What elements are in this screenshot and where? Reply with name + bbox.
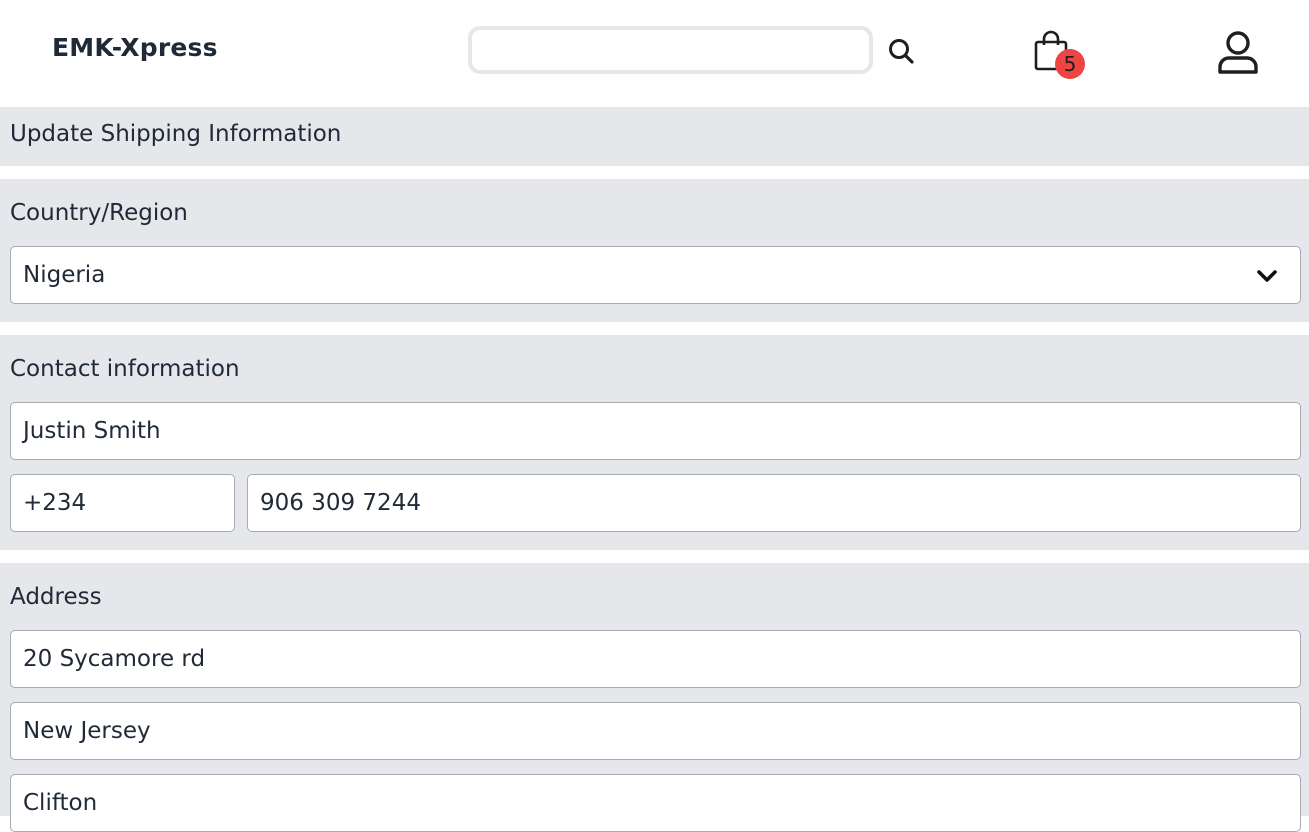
country-section-label: Country/Region [10, 200, 188, 226]
chevron-down-icon [1257, 270, 1277, 282]
search-icon[interactable] [887, 37, 915, 65]
street-address-field[interactable]: 20 Sycamore rd [10, 630, 1301, 688]
page-title-bar: Update Shipping Information [0, 107, 1309, 166]
page-title: Update Shipping Information [10, 121, 342, 147]
contact-section-label: Contact information [10, 356, 240, 382]
country-select[interactable]: Nigeria [10, 246, 1301, 304]
country-select-value: Nigeria [23, 262, 106, 288]
address-section: Address 20 Sycamore rd New Jersey Clifto… [0, 563, 1309, 832]
full-name-field[interactable]: Justin Smith [10, 402, 1301, 460]
phone-field[interactable]: 906 309 7244 [247, 474, 1301, 532]
contact-section: Contact information Justin Smith +234 90… [0, 335, 1309, 550]
user-icon[interactable] [1216, 30, 1260, 76]
dial-code-field[interactable]: +234 [10, 474, 235, 532]
brand-logo[interactable]: EMK-Xpress [52, 33, 218, 62]
cart-count-badge: 5 [1055, 49, 1085, 79]
country-section: Country/Region Nigeria [0, 179, 1309, 322]
address-section-label: Address [10, 584, 102, 610]
top-nav: EMK-Xpress 5 [0, 0, 1309, 107]
search-input[interactable] [472, 30, 869, 70]
city-field[interactable]: Clifton [10, 774, 1301, 832]
state-field[interactable]: New Jersey [10, 702, 1301, 760]
search-box[interactable] [468, 26, 873, 74]
